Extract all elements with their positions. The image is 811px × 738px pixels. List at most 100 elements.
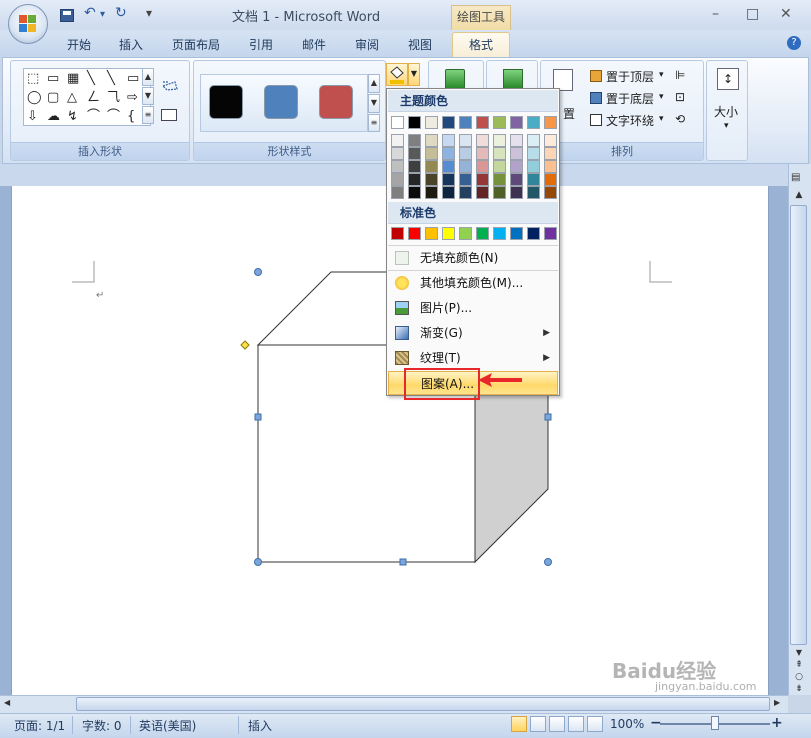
menu-item-no-fill[interactable]: 无填充颜色(N)	[388, 246, 558, 270]
theme-shade-swatch[interactable]	[425, 147, 438, 160]
shape-arrow-line-icon[interactable]: ╲	[107, 72, 115, 86]
theme-shade-swatch[interactable]	[425, 134, 438, 147]
theme-shade-swatch[interactable]	[476, 134, 489, 147]
shape-arc-icon[interactable]: ⌒	[87, 110, 100, 124]
theme-shade-swatch[interactable]	[442, 134, 455, 147]
standard-color-swatch[interactable]	[493, 227, 506, 240]
3d-effects-icon[interactable]	[503, 69, 523, 89]
theme-shade-swatch[interactable]	[425, 160, 438, 173]
tab-home[interactable]: 开始	[67, 36, 91, 53]
theme-shade-swatch[interactable]	[544, 160, 557, 173]
text-wrap-icon[interactable]	[590, 114, 602, 126]
theme-shade-swatch[interactable]	[391, 186, 404, 199]
undo-dropdown-icon[interactable]: ▾	[100, 9, 105, 20]
ruler-toggle-icon[interactable]: ▤	[791, 172, 807, 186]
zoom-in-button[interactable]: +	[771, 715, 783, 731]
theme-shade-swatch[interactable]	[459, 186, 472, 199]
send-to-back-icon[interactable]	[590, 92, 602, 104]
group-icon[interactable]: ⊡	[675, 90, 685, 104]
styles-scroll-up-icon[interactable]: ▲	[368, 74, 380, 93]
send-to-back-button[interactable]: 置于底层	[606, 90, 654, 107]
standard-color-swatch[interactable]	[459, 227, 472, 240]
theme-shade-swatch[interactable]	[408, 173, 421, 186]
theme-shade-swatch[interactable]	[476, 147, 489, 160]
theme-color-swatch[interactable]	[527, 116, 540, 129]
bring-to-front-dropdown-icon[interactable]: ▾	[659, 70, 664, 80]
theme-shade-swatch[interactable]	[459, 147, 472, 160]
theme-shade-swatch[interactable]	[544, 134, 557, 147]
handle-top-left[interactable]	[254, 268, 262, 276]
help-icon[interactable]: ?	[787, 36, 801, 50]
theme-shade-swatch[interactable]	[510, 160, 523, 173]
theme-shade-swatch[interactable]	[493, 134, 506, 147]
tab-references[interactable]: 引用	[249, 36, 273, 53]
shape-elbow-connector-icon[interactable]: ㄥ	[87, 91, 100, 105]
tab-review[interactable]: 审阅	[355, 36, 379, 53]
theme-shade-swatch[interactable]	[425, 186, 438, 199]
standard-color-swatch[interactable]	[391, 227, 404, 240]
theme-shade-swatch[interactable]	[391, 173, 404, 186]
theme-color-swatch[interactable]	[459, 116, 472, 129]
menu-item-texture[interactable]: 纹理(T) ▶	[388, 346, 558, 370]
tab-insert[interactable]: 插入	[119, 36, 143, 53]
next-page-icon[interactable]: ⇟	[791, 684, 807, 696]
web-layout-view-icon[interactable]	[549, 716, 565, 732]
shapes-gallery[interactable]: ⬚ ▭ ▦ ╲ ╲ ▭ ◯ ▢ △ ㄥ ⺄ ⇨ ⇩ ☁ ↯ ⌒ ⌒ {	[23, 68, 151, 126]
outline-view-icon[interactable]	[568, 716, 584, 732]
theme-shade-swatch[interactable]	[408, 134, 421, 147]
size-button[interactable]: 大小	[714, 103, 738, 120]
shapes-scroll-down-icon[interactable]: ▼	[142, 87, 154, 105]
status-insert-mode[interactable]: 插入	[248, 717, 272, 734]
menu-item-gradient[interactable]: 渐变(G) ▶	[388, 321, 558, 345]
shape-right-arrow-icon[interactable]: ⇨	[127, 91, 138, 105]
position-label[interactable]: 置	[563, 105, 575, 122]
theme-shade-swatch[interactable]	[544, 147, 557, 160]
horizontal-scroll-thumb[interactable]	[76, 697, 770, 711]
theme-color-swatch[interactable]	[493, 116, 506, 129]
styles-scroll-down-icon[interactable]: ▼	[368, 94, 380, 113]
theme-shade-swatch[interactable]	[493, 186, 506, 199]
draft-view-icon[interactable]	[587, 716, 603, 732]
theme-shade-swatch[interactable]	[459, 134, 472, 147]
theme-shade-swatch[interactable]	[544, 173, 557, 186]
zoom-level[interactable]: 100%	[610, 717, 644, 731]
theme-shade-swatch[interactable]	[408, 186, 421, 199]
standard-color-swatch[interactable]	[527, 227, 540, 240]
rotate-icon[interactable]: ⟲	[675, 112, 685, 126]
size-icon[interactable]: ↕	[717, 68, 739, 90]
scroll-down-icon[interactable]: ▼	[791, 648, 807, 660]
handle-bottom-left[interactable]	[254, 558, 262, 566]
theme-shade-swatch[interactable]	[527, 160, 540, 173]
theme-shade-swatch[interactable]	[510, 134, 523, 147]
shape-lightning-icon[interactable]: ↯	[67, 110, 78, 124]
theme-shade-swatch[interactable]	[493, 160, 506, 173]
theme-shade-swatch[interactable]	[408, 147, 421, 160]
standard-color-swatch[interactable]	[408, 227, 421, 240]
theme-shade-swatch[interactable]	[527, 173, 540, 186]
undo-icon[interactable]: ↶	[84, 5, 96, 21]
theme-shade-swatch[interactable]	[459, 173, 472, 186]
theme-shade-swatch[interactable]	[510, 186, 523, 199]
tab-format[interactable]: 格式	[452, 32, 510, 58]
theme-shade-swatch[interactable]	[442, 186, 455, 199]
text-wrap-button[interactable]: 文字环绕	[606, 112, 654, 129]
tab-view[interactable]: 视图	[408, 36, 432, 53]
theme-shade-swatch[interactable]	[527, 147, 540, 160]
theme-shade-swatch[interactable]	[408, 160, 421, 173]
theme-shade-swatch[interactable]	[510, 147, 523, 160]
close-button[interactable]: ✕	[780, 6, 792, 22]
customize-qat-icon[interactable]: ▾	[146, 6, 152, 20]
align-icon[interactable]: ⊫	[675, 68, 685, 82]
style-red[interactable]	[319, 85, 353, 119]
shadow-effects-icon[interactable]	[445, 69, 465, 89]
bring-to-front-icon[interactable]	[590, 70, 602, 82]
minimize-button[interactable]: –	[712, 6, 719, 22]
prev-page-icon[interactable]: ⇞	[791, 660, 807, 672]
shape-line-icon[interactable]: ╲	[87, 72, 95, 86]
standard-color-swatch[interactable]	[442, 227, 455, 240]
status-page[interactable]: 页面: 1/1	[14, 717, 65, 734]
theme-shade-swatch[interactable]	[442, 173, 455, 186]
theme-shade-swatch[interactable]	[391, 134, 404, 147]
theme-color-swatch[interactable]	[425, 116, 438, 129]
style-blue[interactable]	[264, 85, 298, 119]
